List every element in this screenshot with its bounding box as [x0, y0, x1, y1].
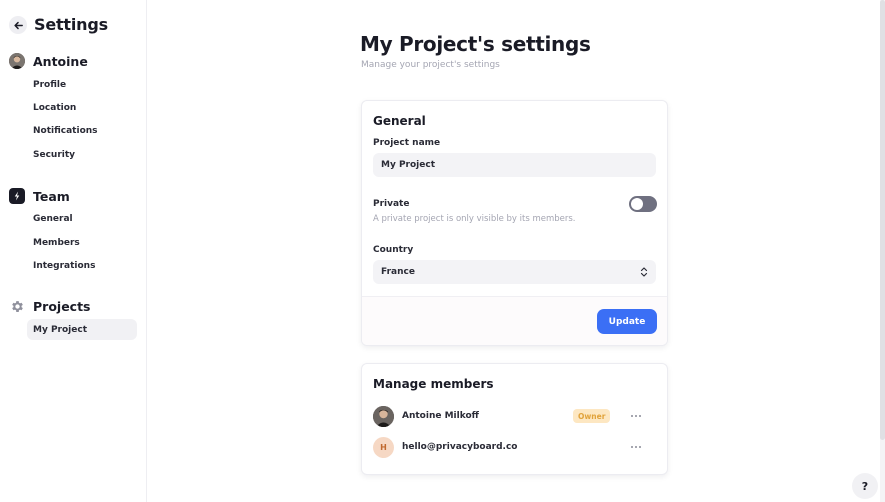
more-dot: [635, 446, 637, 448]
project-name-input[interactable]: My Project: [373, 153, 656, 177]
country-select-value: France: [381, 267, 415, 277]
sidebar-item-integrations[interactable]: Integrations: [27, 255, 137, 276]
gear-icon: [9, 298, 25, 314]
chevron-up-down-icon: [640, 267, 648, 277]
general-card-title: General: [373, 114, 426, 128]
more-dot: [635, 415, 637, 417]
section-account-label: Antoine: [33, 53, 88, 69]
avatar: [373, 405, 394, 427]
member-more-button[interactable]: [628, 440, 644, 454]
member-row: H hello@privacyboard.co: [373, 436, 658, 458]
sidebar: Settings Antoine Profile Location Notifi…: [0, 0, 147, 502]
private-label: Private: [373, 199, 410, 209]
toggle-knob: [631, 198, 643, 210]
section-projects: Projects: [9, 297, 91, 315]
members-card: Manage members Antoine Milkoff Owner H h…: [361, 363, 668, 475]
sidebar-item-members[interactable]: Members: [27, 232, 137, 253]
general-card: General Project name My Project Private …: [361, 100, 668, 346]
scrollbar[interactable]: [880, 0, 885, 502]
country-select[interactable]: France: [373, 260, 656, 284]
page-title: My Project's settings: [360, 32, 591, 56]
page-subtitle: Manage your project's settings: [361, 60, 500, 70]
sidebar-item-my-project[interactable]: My Project: [27, 319, 137, 340]
more-dot: [631, 446, 633, 448]
country-label: Country: [373, 245, 414, 255]
scrollbar-thumb[interactable]: [880, 0, 885, 440]
sidebar-item-profile[interactable]: Profile: [27, 74, 137, 95]
member-more-button[interactable]: [628, 409, 644, 423]
section-team: Team: [9, 187, 70, 205]
member-email: hello@privacyboard.co: [402, 442, 518, 452]
arrow-left-icon: [13, 21, 23, 29]
sidebar-title: Settings: [34, 15, 108, 34]
section-account: Antoine: [9, 52, 88, 70]
update-button[interactable]: Update: [597, 309, 657, 334]
team-logo-icon: [9, 188, 25, 204]
avatar: [9, 53, 25, 69]
more-dot: [639, 415, 641, 417]
members-card-title: Manage members: [373, 377, 494, 391]
avatar-initial: H: [373, 436, 394, 458]
member-row: Antoine Milkoff Owner: [373, 405, 658, 427]
sidebar-item-notifications[interactable]: Notifications: [27, 120, 137, 141]
more-dot: [631, 415, 633, 417]
back-button[interactable]: [9, 16, 27, 34]
member-name: Antoine Milkoff: [402, 411, 479, 421]
private-help-text: A private project is only visible by its…: [373, 214, 576, 224]
sidebar-item-general[interactable]: General: [27, 208, 137, 229]
help-button[interactable]: ?: [852, 473, 878, 499]
section-team-label: Team: [33, 188, 70, 204]
more-dot: [639, 446, 641, 448]
sidebar-item-location[interactable]: Location: [27, 97, 137, 118]
section-projects-label: Projects: [33, 298, 91, 314]
sidebar-item-security[interactable]: Security: [27, 144, 137, 165]
private-toggle[interactable]: [629, 196, 657, 212]
general-card-footer: Update: [362, 296, 667, 345]
owner-badge: Owner: [573, 409, 611, 423]
project-name-label: Project name: [373, 138, 441, 148]
